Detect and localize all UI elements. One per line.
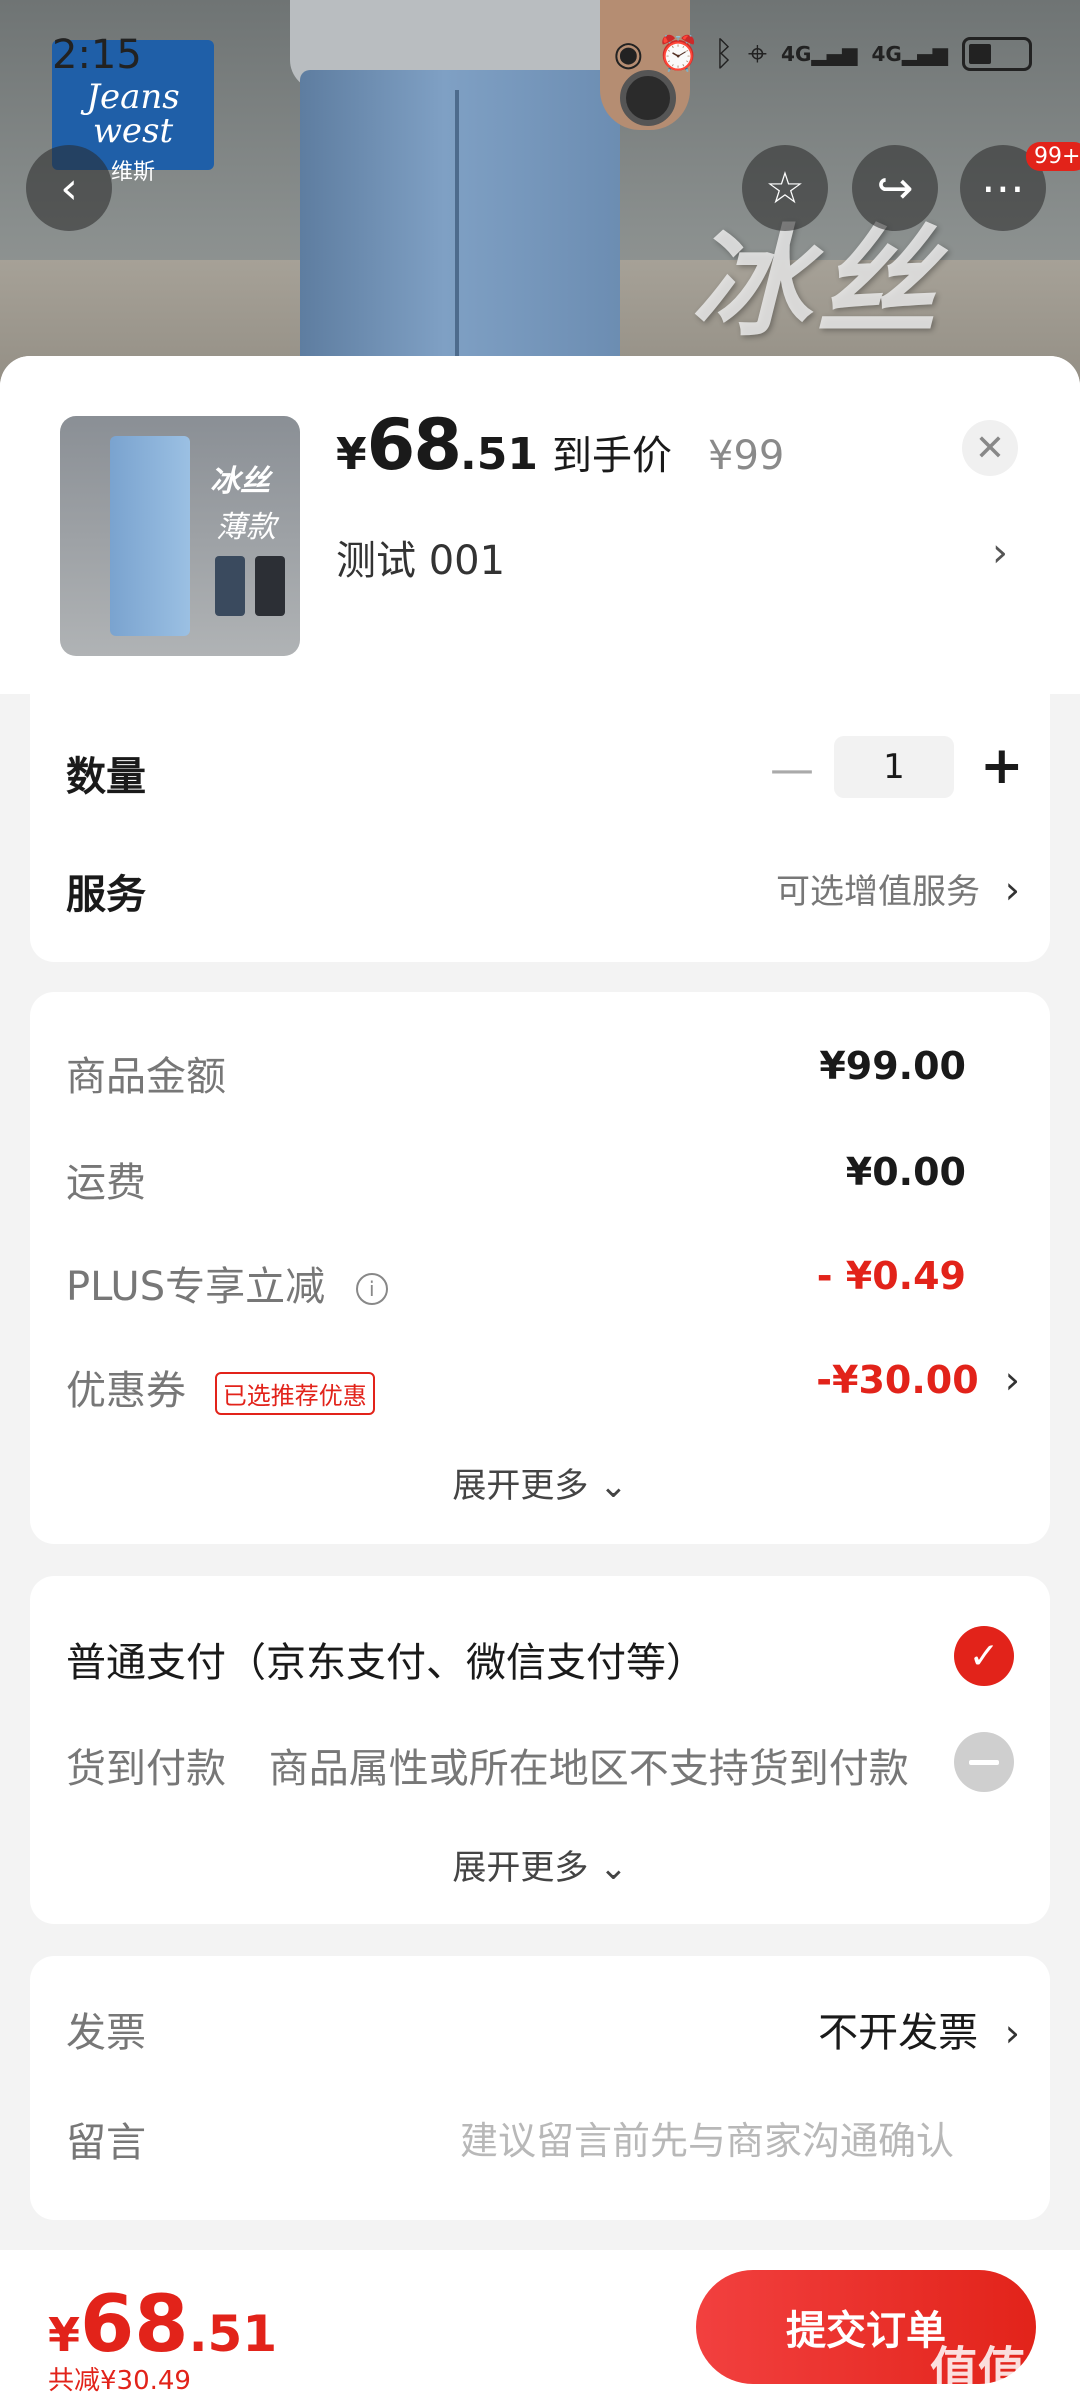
more-icon: ⋯ — [981, 162, 1025, 214]
location-icon: ⌖ — [747, 34, 768, 74]
thumb-variant-1 — [215, 556, 245, 616]
goods-amount-label: 商品金额 — [66, 1054, 226, 1100]
payment-normal-check-icon[interactable]: ✓ — [954, 1626, 1014, 1686]
plus-discount-label: PLUS专享立减 — [66, 1264, 326, 1310]
status-time: 2:15 — [52, 32, 142, 78]
plus-discount-row: PLUS专享立减 i — [66, 1254, 388, 1312]
cod-disabled-icon — [954, 1732, 1014, 1792]
star-icon: ☆ — [765, 162, 805, 214]
quantity-plus-button[interactable]: + — [980, 736, 1024, 796]
message-input[interactable]: 建议留言前先与商家沟通确认 — [460, 2110, 954, 2165]
service-label: 服务 — [66, 872, 146, 918]
thumb-variant-2 — [255, 556, 285, 616]
coupon-row[interactable]: 优惠券 已选推荐优惠 — [66, 1358, 375, 1416]
expand-more-amounts[interactable]: 展开更多 ⌄ — [30, 1458, 1050, 1507]
chevron-right-icon: › — [1004, 2011, 1020, 2055]
watermark-url: zhizhizhi.com — [930, 2382, 1039, 2400]
shipping-value: ¥0.00 — [845, 1150, 966, 1194]
total-price: ¥ 68 .51 — [48, 2280, 278, 2370]
bluetooth-icon: ᛒ — [713, 34, 734, 74]
total-saved: 共减¥30.49 — [48, 2366, 191, 2396]
invoice-label: 发票 — [66, 2010, 146, 2056]
close-icon: ✕ — [974, 427, 1006, 469]
favorite-button[interactable]: ☆ — [742, 145, 828, 231]
coupon-selector[interactable]: -¥30.00 › — [816, 1358, 1020, 1402]
eye-icon: ◉ — [613, 34, 644, 74]
close-button[interactable]: ✕ — [962, 420, 1018, 476]
cod-row: 货到付款 商品属性或所在地区不支持货到付款 — [66, 1736, 909, 1794]
cod-note: 商品属性或所在地区不支持货到付款 — [268, 1746, 909, 1792]
status-icons: ◉ ⏰ ᛒ ⌖ 4G▂▄▆ 4G▂▄▆ — [613, 34, 1032, 74]
service-selector[interactable]: 可选增值服务 › — [776, 864, 1020, 913]
product-thumbnail[interactable]: 冰丝 薄款 — [60, 416, 300, 656]
original-price: ¥99 — [708, 433, 785, 479]
checkout-bar: ¥ 68 .51 共减¥30.49 提交订单 — [0, 2250, 1080, 2400]
chevron-right-icon: › — [1004, 868, 1020, 912]
alarm-icon: ⏰ — [657, 34, 700, 74]
info-icon[interactable]: i — [355, 1273, 388, 1305]
chevron-down-icon: ⌄ — [599, 1848, 628, 1888]
quantity-input[interactable]: 1 — [834, 736, 954, 798]
message-label: 留言 — [66, 2120, 146, 2166]
chevron-down-icon: ⌄ — [599, 1466, 628, 1506]
coupon-value: -¥30.00 — [816, 1358, 979, 1402]
product-price: ¥ 68 .51 到手价 ¥99 — [336, 404, 785, 486]
quantity-minus-button[interactable]: — — [770, 744, 814, 795]
selected-spec[interactable]: 测试 001 — [336, 528, 505, 586]
share-icon: ↪ — [876, 162, 914, 214]
coupon-tag: 已选推荐优惠 — [214, 1371, 375, 1415]
battery-icon — [962, 37, 1032, 71]
signal-4g-icon: 4G▂▄▆ — [781, 42, 858, 66]
share-button[interactable]: ↪ — [852, 145, 938, 231]
signal-4g-icon-2: 4G▂▄▆ — [871, 42, 948, 66]
plus-discount-value: - ¥0.49 — [816, 1254, 966, 1298]
notification-badge: 99+ — [1026, 142, 1080, 171]
quantity-stepper: — 1 + — [30, 736, 1050, 806]
invoice-selector[interactable]: 不开发票 › — [818, 2000, 1020, 2058]
invoice-message-card: 发票 不开发票 › 留言 建议留言前先与商家沟通确认 — [30, 1956, 1050, 2220]
back-button[interactable]: ‹ — [26, 145, 112, 231]
payment-normal-label[interactable]: 普通支付（京东支付、微信支付等） — [66, 1630, 706, 1688]
chevron-right-icon[interactable]: › — [992, 530, 1008, 576]
thumb-jeans — [110, 436, 190, 636]
status-bar: 2:15 ◉ ⏰ ᛒ ⌖ 4G▂▄▆ 4G▂▄▆ — [0, 0, 1080, 110]
payment-card: 普通支付（京东支付、微信支付等） ✓ 货到付款 商品属性或所在地区不支持货到付款… — [30, 1576, 1050, 1924]
chevron-right-icon: › — [1004, 1358, 1020, 1402]
quantity-service-card: 数量 — 1 + 服务 可选增值服务 › — [30, 694, 1050, 962]
goods-amount-value: ¥99.00 — [819, 1044, 966, 1088]
amount-card: 商品金额 ¥99.00 运费 ¥0.00 PLUS专享立减 i - ¥0.49 … — [30, 992, 1050, 1544]
expand-more-payment[interactable]: 展开更多 ⌄ — [30, 1840, 1050, 1889]
price-label: 到手价 — [552, 433, 672, 479]
back-arrow-icon: ‹ — [60, 162, 78, 214]
shipping-label: 运费 — [66, 1160, 146, 1206]
coupon-label: 优惠券 — [66, 1368, 186, 1414]
cod-label: 货到付款 — [66, 1746, 226, 1792]
invoice-value: 不开发票 — [818, 2010, 979, 2056]
